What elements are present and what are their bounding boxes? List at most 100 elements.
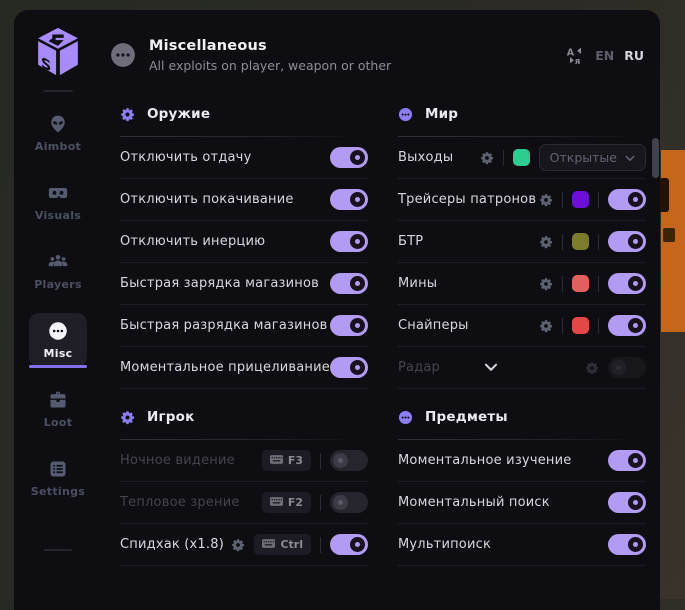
toggle-on[interactable] — [608, 450, 646, 471]
toggle-off[interactable] — [330, 450, 368, 471]
row-controls: Открытые — [480, 144, 646, 171]
color-swatch[interactable] — [572, 191, 589, 208]
page-title: Miscellaneous — [149, 38, 391, 54]
row-label: Моментальное прицеливание — [120, 360, 330, 375]
sidebar-item-misc[interactable]: Misc — [29, 313, 87, 367]
toggle-knob — [628, 495, 643, 510]
gear-icon — [120, 107, 135, 122]
toggle-knob-dot — [338, 458, 343, 463]
toggle-on[interactable] — [608, 492, 646, 513]
sidebar: S G AimbotVisualsPlayersMiscLootSettings — [14, 10, 102, 610]
sidebar-nav: Aimbot Visuals Players Misc Loot Settings — [29, 106, 87, 505]
toggle-on[interactable] — [330, 534, 368, 555]
gear-icon[interactable] — [480, 151, 494, 165]
toggle-on[interactable] — [608, 534, 646, 555]
row-world-4: Снайперы — [398, 305, 646, 347]
sidebar-item-aimbot[interactable]: Aimbot — [29, 106, 87, 160]
dots-icon — [398, 410, 413, 425]
chevron-down-icon[interactable] — [484, 363, 498, 372]
section-title: Игрок — [147, 409, 194, 425]
control-divider — [562, 276, 563, 292]
toggle-on[interactable] — [330, 357, 368, 378]
color-swatch[interactable] — [572, 317, 589, 334]
row-world-2: БТР — [398, 221, 646, 263]
gear-icon — [120, 410, 135, 425]
toggle-on[interactable] — [330, 147, 368, 168]
control-divider — [320, 453, 321, 469]
gear-icon[interactable] — [539, 319, 553, 333]
sidebar-item-visuals[interactable]: Visuals — [29, 175, 87, 229]
toggle-knob-dot — [633, 542, 638, 547]
row-label: Радар — [398, 360, 440, 375]
dropdown-value: Открытые — [550, 150, 617, 165]
cheat-menu-window: S G AimbotVisualsPlayersMiscLootSettings… — [14, 10, 660, 610]
control-divider — [320, 537, 321, 553]
row-items-1: Моментальный поиск — [398, 482, 646, 524]
toggle-on[interactable] — [330, 273, 368, 294]
lang-en-button[interactable]: EN — [595, 48, 614, 63]
toggle-on[interactable] — [330, 315, 368, 336]
gear-icon[interactable] — [231, 538, 245, 552]
toggle-knob — [628, 276, 643, 291]
alien-icon — [48, 114, 68, 134]
row-controls: F3 — [262, 450, 368, 471]
row-world-3: Мины — [398, 263, 646, 305]
lang-ru-button[interactable]: RU — [624, 48, 644, 63]
dropdown-select[interactable]: Открытые — [539, 144, 646, 171]
toggle-off[interactable] — [608, 357, 646, 378]
toggle-knob — [333, 453, 348, 468]
sidebar-item-settings[interactable]: Settings — [29, 451, 87, 505]
toggle-on[interactable] — [608, 189, 646, 210]
row-label: Отключить отдачу — [120, 150, 251, 165]
page-ellipsis-icon — [110, 42, 136, 68]
hotkey-badge[interactable]: Ctrl — [254, 534, 311, 555]
sidebar-item-loot[interactable]: Loot — [29, 382, 87, 436]
chevron-down-icon — [625, 150, 635, 165]
toggle-knob-dot — [616, 365, 621, 370]
color-swatch[interactable] — [572, 275, 589, 292]
toggle-knob — [350, 360, 365, 375]
section-header: Оружие — [120, 102, 368, 126]
section-title: Предметы — [425, 409, 508, 425]
toggle-on[interactable] — [330, 189, 368, 210]
toggle-off[interactable] — [330, 492, 368, 513]
toggle-knob — [350, 192, 365, 207]
content-column-right: МирВыходыОткрытыеТрейсеры патроновБТРМин… — [398, 86, 646, 566]
sidebar-item-label: Misc — [44, 347, 73, 360]
list-icon — [48, 459, 68, 479]
row-controls — [608, 492, 646, 513]
translate-icon[interactable]: A я — [566, 46, 585, 65]
row-label: Ночное видение — [120, 453, 235, 468]
toggle-knob — [628, 318, 643, 333]
section-title: Мир — [425, 106, 458, 122]
toggle-on[interactable] — [608, 315, 646, 336]
scrollbar-thumb[interactable] — [652, 138, 659, 178]
row-controls — [330, 273, 368, 294]
row-controls: Ctrl — [231, 534, 368, 555]
row-controls — [330, 357, 368, 378]
color-swatch[interactable] — [572, 233, 589, 250]
toggle-on[interactable] — [608, 273, 646, 294]
toggle-on[interactable] — [608, 231, 646, 252]
hotkey-badge[interactable]: F3 — [262, 450, 311, 471]
toggle-on[interactable] — [330, 231, 368, 252]
background-orange-object — [661, 150, 685, 332]
row-controls — [539, 189, 646, 210]
row-label: Отключить инерцию — [120, 234, 265, 249]
sidebar-item-label: Players — [34, 278, 82, 291]
content: ОружиеОтключить отдачуОтключить покачива… — [102, 86, 660, 610]
toggle-knob-dot — [355, 365, 360, 370]
color-swatch[interactable] — [513, 149, 530, 166]
row-weapon-0: Отключить отдачу — [120, 137, 368, 179]
gear-icon[interactable] — [539, 235, 553, 249]
control-divider — [562, 318, 563, 334]
toggle-knob — [628, 537, 643, 552]
gear-icon[interactable] — [539, 193, 553, 207]
hotkey-badge[interactable]: F2 — [262, 492, 311, 513]
toggle-knob — [628, 453, 643, 468]
svg-text:я: я — [575, 57, 581, 65]
gear-icon[interactable] — [539, 277, 553, 291]
gear-icon[interactable] — [585, 361, 599, 375]
section-header: Предметы — [398, 405, 646, 429]
sidebar-item-players[interactable]: Players — [29, 244, 87, 298]
